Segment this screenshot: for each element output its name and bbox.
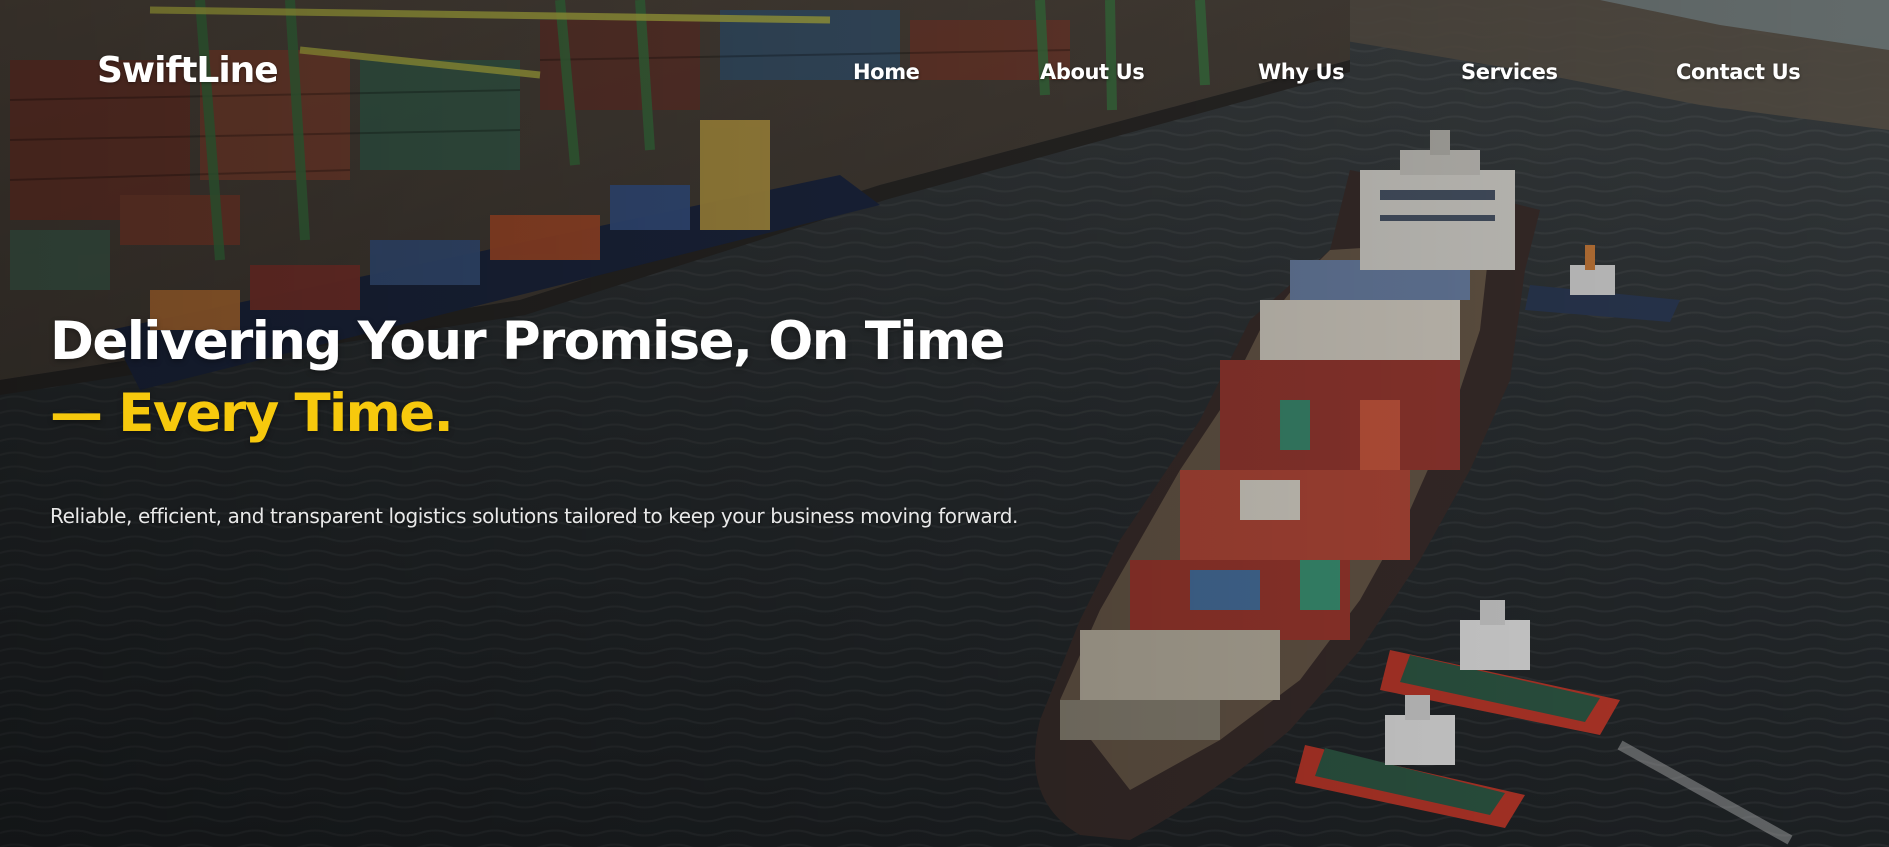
hero-subtitle: Reliable, efficient, and transparent log… bbox=[50, 504, 1018, 528]
nav-link-services[interactable]: Services bbox=[1461, 60, 1558, 84]
brand-logo[interactable]: SwiftLine bbox=[97, 50, 279, 91]
top-navigation: SwiftLine Home About Us Why Us Services … bbox=[0, 0, 1889, 140]
hero-section: SwiftLine Home About Us Why Us Services … bbox=[0, 0, 1889, 847]
nav-link-why-us[interactable]: Why Us bbox=[1258, 60, 1345, 84]
nav-link-about-us[interactable]: About Us bbox=[1040, 60, 1145, 84]
hero-headline-line-1: Delivering Your Promise, On Time bbox=[50, 311, 1005, 372]
nav-link-contact-us[interactable]: Contact Us bbox=[1676, 60, 1801, 84]
hero-headline: Delivering Your Promise, On Time — Every… bbox=[50, 306, 1005, 450]
nav-link-home[interactable]: Home bbox=[853, 60, 920, 84]
hero-headline-accent: — Every Time. bbox=[50, 383, 454, 444]
